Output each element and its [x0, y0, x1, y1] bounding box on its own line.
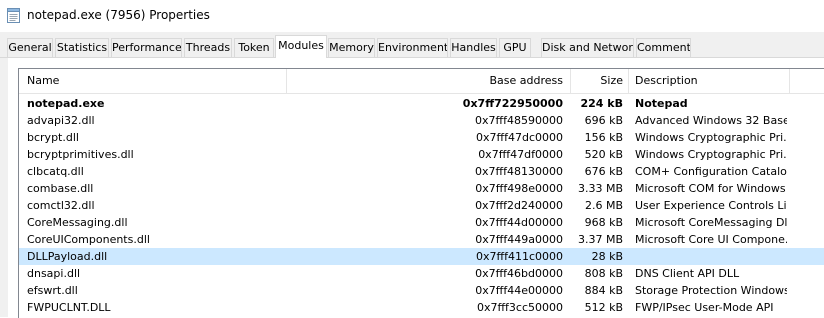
module-name: comctl32.dll: [27, 199, 95, 212]
tab-general[interactable]: General: [7, 38, 53, 57]
module-description: COM+ Configuration Catalog: [635, 165, 787, 178]
tab-threads[interactable]: Threads: [184, 38, 232, 57]
title-bar: notepad.exe (7956) Properties: [0, 0, 824, 32]
module-description: Microsoft COM for Windows: [635, 182, 786, 195]
module-size: 156 kB: [584, 131, 623, 144]
module-base-address: 0x7fff411c0000: [476, 250, 563, 263]
table-row[interactable]: efswrt.dll 0x7fff44e00000 884 kB Storage…: [19, 282, 824, 299]
tab-memory[interactable]: Memory: [328, 38, 375, 57]
table-row[interactable]: FWPUCLNT.DLL 0x7fff3cc50000 512 kB FWP/I…: [19, 299, 824, 316]
module-base-address: 0x7fff48590000: [475, 114, 563, 127]
module-name: bcryptprimitives.dll: [27, 148, 134, 161]
tab-strip: General Statistics Performance Threads T…: [0, 32, 824, 58]
table-row-selected[interactable]: DLLPayload.dll 0x7fff411c0000 28 kB: [19, 248, 824, 265]
column-divider[interactable]: [628, 69, 629, 93]
module-name: clbcatq.dll: [27, 165, 84, 178]
module-description: Windows Cryptographic Pri...: [635, 131, 787, 144]
module-description: Advanced Windows 32 Base...: [635, 114, 787, 127]
module-description: User Experience Controls Li...: [635, 199, 787, 212]
column-header-description[interactable]: Description: [635, 69, 787, 93]
module-description: FWP/IPsec User-Mode API: [635, 301, 774, 314]
table-row[interactable]: advapi32.dll 0x7fff48590000 696 kB Advan…: [19, 112, 824, 129]
column-header-size[interactable]: Size: [571, 69, 623, 93]
table-row[interactable]: dnsapi.dll 0x7fff46bd0000 808 kB DNS Cli…: [19, 265, 824, 282]
table-row[interactable]: bcrypt.dll 0x7fff47dc0000 156 kB Windows…: [19, 129, 824, 146]
module-size: 2.6 MB: [584, 199, 623, 212]
column-header-name[interactable]: Name: [27, 69, 277, 93]
module-name: FWPUCLNT.DLL: [27, 301, 111, 314]
module-name: advapi32.dll: [27, 114, 95, 127]
module-description: Notepad: [635, 97, 688, 110]
module-name: CoreMessaging.dll: [27, 216, 128, 229]
module-base-address: 0x7fff46bd0000: [475, 267, 563, 280]
module-size: 676 kB: [584, 165, 623, 178]
module-name: bcrypt.dll: [27, 131, 79, 144]
table-row[interactable]: CoreUIComponents.dll 0x7fff449a0000 3.37…: [19, 231, 824, 248]
tab-gpu[interactable]: GPU: [499, 38, 531, 57]
module-description: Windows Cryptographic Pri...: [635, 148, 787, 161]
module-name: combase.dll: [27, 182, 94, 195]
module-description: DNS Client API DLL: [635, 267, 740, 280]
tab-token[interactable]: Token: [234, 38, 274, 57]
module-base-address: 0x7fff47df0000: [478, 148, 563, 161]
module-base-address: 0x7fff449a0000: [475, 233, 563, 246]
module-size: 3.33 MB: [577, 182, 623, 195]
module-name: efswrt.dll: [27, 284, 78, 297]
module-size: 884 kB: [584, 284, 623, 297]
module-base-address: 0x7fff44d00000: [475, 216, 563, 229]
module-size: 224 kB: [580, 97, 624, 110]
list-header: Name Base address Size Description: [19, 69, 824, 94]
module-base-address: 0x7fff3cc50000: [476, 301, 563, 314]
module-size: 520 kB: [584, 148, 623, 161]
module-size: 28 kB: [591, 250, 623, 263]
module-description: [635, 248, 787, 265]
module-size: 968 kB: [584, 216, 623, 229]
panel-margin: [0, 58, 8, 317]
table-row[interactable]: CoreMessaging.dll 0x7fff44d00000 968 kB …: [19, 214, 824, 231]
module-base-address: 0x7fff498e0000: [475, 182, 563, 195]
table-row[interactable]: notepad.exe 0x7ff722950000 224 kB Notepa…: [19, 95, 824, 112]
table-row[interactable]: combase.dll 0x7fff498e0000 3.33 MB Micro…: [19, 180, 824, 197]
table-row[interactable]: comctl32.dll 0x7fff2d240000 2.6 MB User …: [19, 197, 824, 214]
tab-comment[interactable]: Comment: [636, 38, 691, 57]
module-name: dnsapi.dll: [27, 267, 81, 280]
tab-performance[interactable]: Performance: [111, 38, 182, 57]
modules-list[interactable]: Name Base address Size Description notep…: [18, 68, 824, 318]
window-title: notepad.exe (7956) Properties: [27, 8, 210, 22]
table-row[interactable]: bcryptprimitives.dll 0x7fff47df0000 520 …: [19, 146, 824, 163]
module-name: notepad.exe: [27, 97, 105, 110]
module-base-address: 0x7fff44e00000: [475, 284, 563, 297]
tab-environment[interactable]: Environment: [377, 38, 448, 57]
modules-panel: Name Base address Size Description notep…: [0, 58, 824, 318]
module-base-address: 0x7fff48130000: [475, 165, 563, 178]
module-base-address: 0x7fff2d240000: [475, 199, 563, 212]
module-size: 808 kB: [584, 267, 623, 280]
module-description: Microsoft CoreMessaging Dll: [635, 216, 787, 229]
tab-disk-and-network[interactable]: Disk and Network: [541, 38, 634, 57]
module-size: 3.37 MB: [577, 233, 623, 246]
module-base-address: 0x7fff47dc0000: [476, 131, 563, 144]
column-header-base-address[interactable]: Base address: [287, 69, 564, 93]
module-base-address: 0x7ff722950000: [462, 97, 563, 110]
module-size: 512 kB: [584, 301, 623, 314]
column-divider[interactable]: [789, 69, 790, 93]
tab-handles[interactable]: Handles: [450, 38, 497, 57]
tab-statistics[interactable]: Statistics: [55, 38, 109, 57]
module-size: 696 kB: [584, 114, 623, 127]
table-row[interactable]: clbcatq.dll 0x7fff48130000 676 kB COM+ C…: [19, 163, 824, 180]
tab-modules[interactable]: Modules: [275, 35, 327, 58]
module-name: DLLPayload.dll: [27, 250, 108, 263]
module-description: Microsoft Core UI Compone...: [635, 233, 787, 246]
module-description: Storage Protection Windows...: [635, 284, 787, 297]
notepad-icon: [7, 8, 20, 23]
module-name: CoreUIComponents.dll: [27, 233, 150, 246]
